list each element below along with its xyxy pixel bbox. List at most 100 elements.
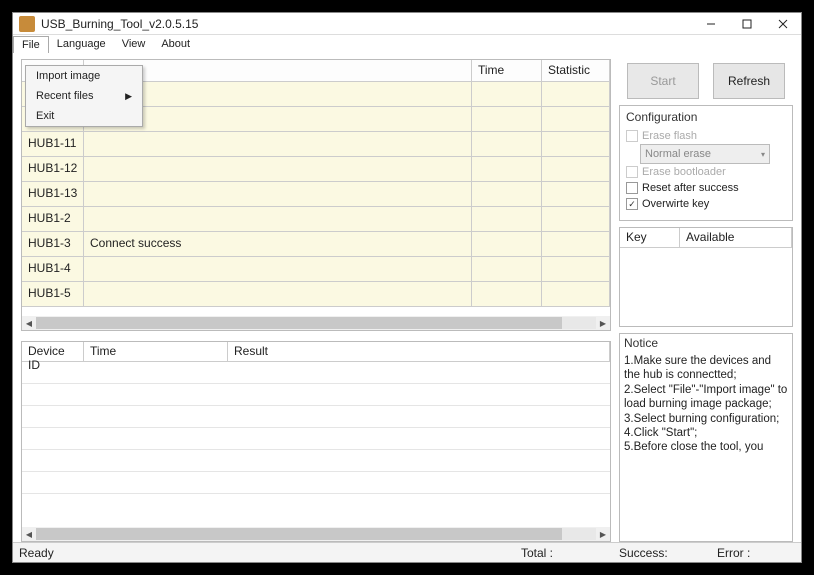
- reset-after-option[interactable]: Reset after success: [626, 180, 786, 196]
- col-result[interactable]: Result: [228, 342, 610, 362]
- cell-time: [472, 107, 542, 131]
- erase-bootloader-option: Erase bootloader: [626, 164, 786, 180]
- notice-text: 1.Make sure the devices and the hub is c…: [624, 354, 788, 455]
- cell-statistic: [542, 132, 610, 156]
- refresh-button[interactable]: Refresh: [713, 63, 785, 99]
- menu-about[interactable]: About: [153, 36, 198, 52]
- titlebar: USB_Burning_Tool_v2.0.5.15: [13, 13, 801, 35]
- table-row: [22, 406, 610, 428]
- cell-status: Connect success: [84, 232, 472, 256]
- cell-time: [472, 257, 542, 281]
- table-row[interactable]: HUB1-12: [22, 157, 610, 182]
- table-row[interactable]: HUB1-13: [22, 182, 610, 207]
- cell-status: [84, 282, 472, 306]
- table-row[interactable]: HUB1-2: [22, 207, 610, 232]
- cell-time: [472, 207, 542, 231]
- maximize-button[interactable]: [729, 13, 765, 34]
- devices-hscrollbar[interactable]: ◀ ▶: [22, 316, 610, 330]
- col-time[interactable]: Time: [472, 60, 542, 82]
- cell-statistic: [542, 207, 610, 231]
- chevron-right-icon: ▶: [125, 91, 132, 102]
- statusbar: Ready Total : Success: Error :: [13, 542, 801, 562]
- scroll-right-icon[interactable]: ▶: [596, 316, 610, 330]
- cell-status: [84, 207, 472, 231]
- cell-statistic: [542, 257, 610, 281]
- cell-status: [84, 257, 472, 281]
- minimize-button[interactable]: [693, 13, 729, 34]
- cell-id: HUB1-13: [22, 182, 84, 206]
- table-row: [22, 450, 610, 472]
- status-success: Success:: [619, 546, 699, 560]
- col-log-time[interactable]: Time: [84, 342, 228, 362]
- cell-id: HUB1-4: [22, 257, 84, 281]
- log-grid: Device ID Time Result ◀: [21, 341, 611, 542]
- maximize-icon: [742, 19, 752, 29]
- close-button[interactable]: [765, 13, 801, 34]
- cell-statistic: [542, 107, 610, 131]
- chevron-down-icon: ▾: [761, 150, 765, 159]
- cell-statistic: [542, 157, 610, 181]
- menu-recent-files[interactable]: Recent files▶: [26, 86, 142, 106]
- cell-time: [472, 232, 542, 256]
- configuration-title: Configuration: [626, 110, 786, 124]
- menubar: File Language View About: [13, 35, 801, 53]
- cell-status: [84, 132, 472, 156]
- status-error: Error :: [717, 546, 777, 560]
- col-deviceid[interactable]: Device ID: [22, 342, 84, 362]
- col-available[interactable]: Available: [680, 228, 792, 248]
- minimize-icon: [706, 19, 716, 29]
- cell-status: [84, 182, 472, 206]
- cell-statistic: [542, 282, 610, 306]
- file-dropdown: Import image Recent files▶ Exit: [25, 65, 143, 127]
- app-icon: [19, 16, 35, 32]
- cell-time: [472, 82, 542, 106]
- menu-file[interactable]: File: [13, 36, 49, 53]
- window-title: USB_Burning_Tool_v2.0.5.15: [41, 17, 693, 31]
- table-row: [22, 428, 610, 450]
- table-row: [22, 472, 610, 494]
- erase-bootloader-checkbox: [626, 166, 638, 178]
- start-button[interactable]: Start: [627, 63, 699, 99]
- log-grid-header: Device ID Time Result: [22, 342, 610, 362]
- cell-statistic: [542, 182, 610, 206]
- cell-id: HUB1-11: [22, 132, 84, 156]
- table-row[interactable]: HUB1-4: [22, 257, 610, 282]
- log-hscrollbar[interactable]: ◀ ▶: [22, 527, 610, 541]
- erase-mode-select: Normal erase ▾: [640, 144, 770, 164]
- cell-id: HUB1-2: [22, 207, 84, 231]
- scroll-left-icon[interactable]: ◀: [22, 527, 36, 541]
- status-ready: Ready: [19, 546, 503, 560]
- cell-time: [472, 132, 542, 156]
- erase-flash-checkbox: [626, 130, 638, 142]
- col-statistic[interactable]: Statistic: [542, 60, 610, 82]
- cell-status: [84, 157, 472, 181]
- cell-statistic: [542, 82, 610, 106]
- menu-view[interactable]: View: [114, 36, 154, 52]
- cell-time: [472, 182, 542, 206]
- erase-flash-option: Erase flash: [626, 128, 786, 144]
- scroll-right-icon[interactable]: ▶: [596, 527, 610, 541]
- cell-id: HUB1-3: [22, 232, 84, 256]
- menu-language[interactable]: Language: [49, 36, 114, 52]
- overwrite-key-checkbox[interactable]: [626, 198, 638, 210]
- cell-time: [472, 157, 542, 181]
- scroll-left-icon[interactable]: ◀: [22, 316, 36, 330]
- table-row[interactable]: HUB1-11: [22, 132, 610, 157]
- table-row: [22, 362, 610, 384]
- status-total: Total :: [521, 546, 601, 560]
- close-icon: [778, 19, 788, 29]
- table-row[interactable]: HUB1-3Connect success: [22, 232, 610, 257]
- col-key[interactable]: Key: [620, 228, 680, 248]
- reset-after-checkbox[interactable]: [626, 182, 638, 194]
- cell-time: [472, 282, 542, 306]
- configuration-panel: Configuration Erase flash Normal erase ▾…: [619, 105, 793, 221]
- menu-exit[interactable]: Exit: [26, 106, 142, 126]
- key-table: Key Available: [619, 227, 793, 327]
- cell-id: HUB1-5: [22, 282, 84, 306]
- notice-title: Notice: [624, 336, 788, 350]
- overwrite-key-option[interactable]: Overwirte key: [626, 196, 786, 212]
- table-row: [22, 384, 610, 406]
- table-row[interactable]: HUB1-5: [22, 282, 610, 307]
- menu-import-image[interactable]: Import image: [26, 66, 142, 86]
- cell-statistic: [542, 232, 610, 256]
